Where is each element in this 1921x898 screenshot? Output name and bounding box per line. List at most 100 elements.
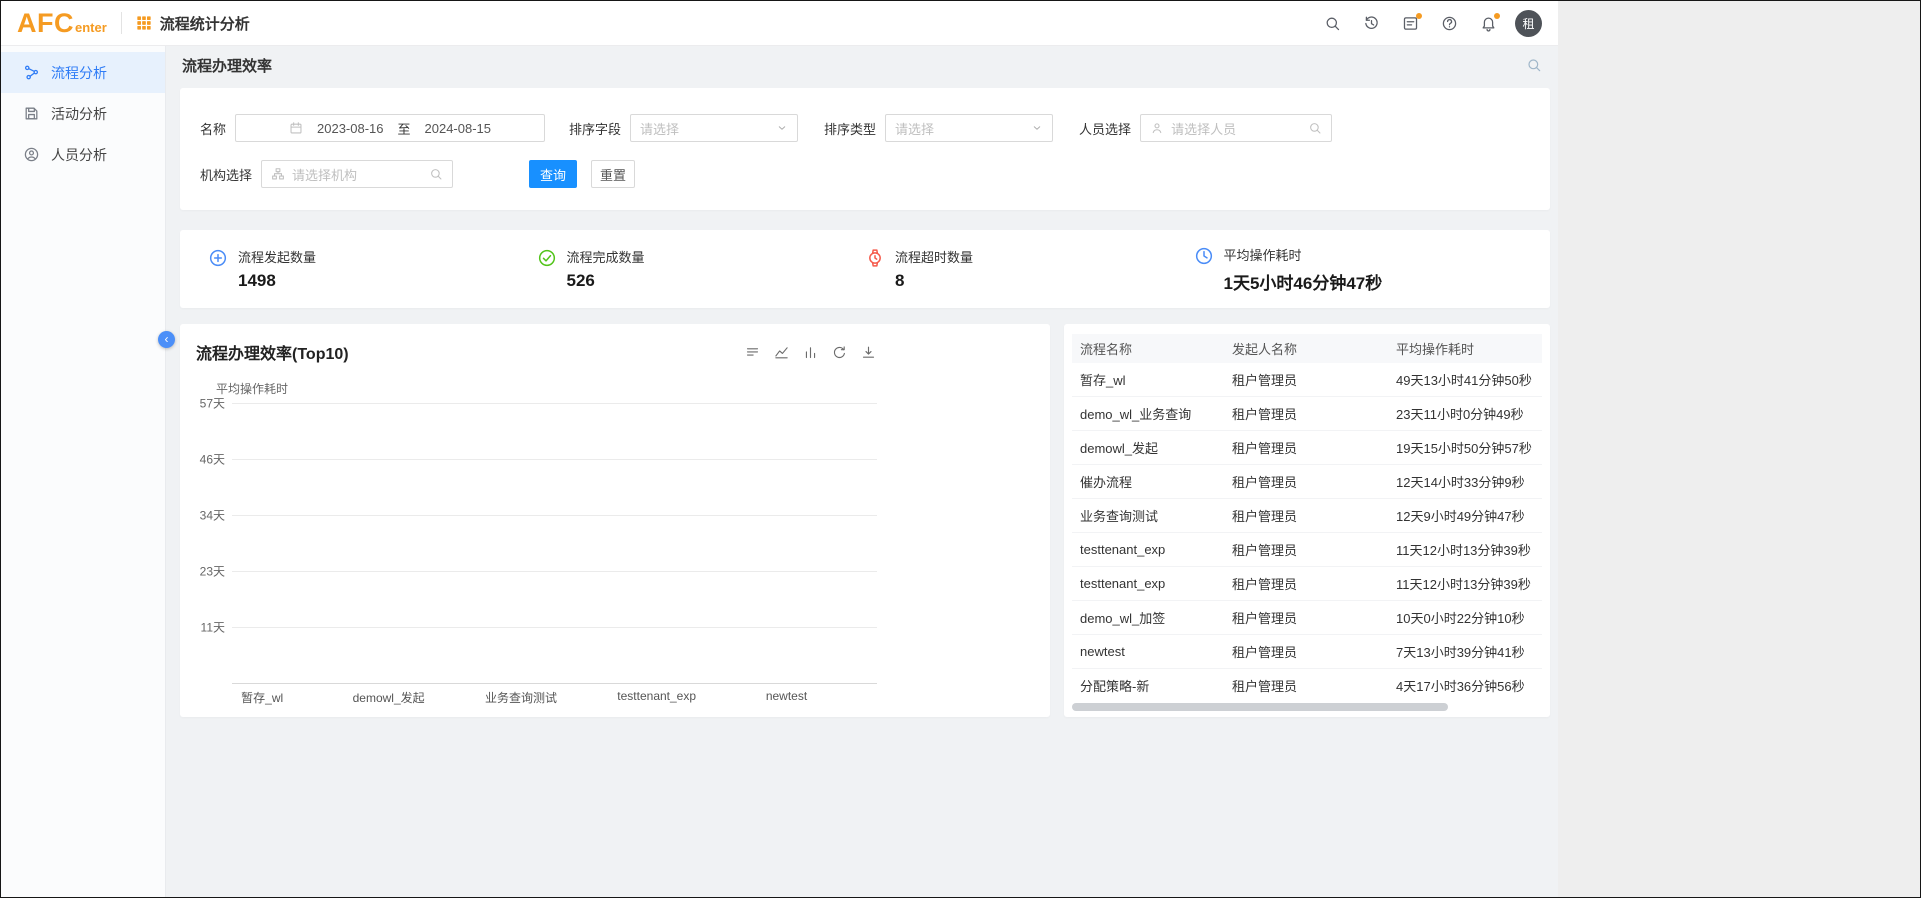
table-header-cell: 流程名称 xyxy=(1072,339,1232,358)
table-row[interactable]: demowl_发起租户管理员19天15小时50分钟57秒 xyxy=(1072,431,1542,465)
table-cell: 租户管理员 xyxy=(1232,642,1396,661)
x-tick-label xyxy=(817,689,877,706)
table-cell: 租户管理员 xyxy=(1232,574,1396,593)
x-axis-labels: 暂存_wldemowl_发起业务查询测试testtenant_expnewtes… xyxy=(232,689,877,706)
page-search-icon[interactable] xyxy=(1526,57,1542,73)
sidebar-menu: 流程分析 活动分析 人员分析 xyxy=(1,52,165,175)
stat-item-0: 流程发起数量 1498 xyxy=(208,247,537,291)
search-icon[interactable] xyxy=(1324,15,1341,32)
sidebar-item-person[interactable]: 人员分析 xyxy=(1,134,165,175)
org-select-input[interactable]: 请选择机构 xyxy=(261,160,453,188)
help-icon[interactable] xyxy=(1441,15,1458,32)
download-icon[interactable] xyxy=(861,345,876,360)
y-tick-label: 23天 xyxy=(200,563,225,580)
table-body: 暂存_wl租户管理员49天13小时41分钟50秒demo_wl_业务查询租户管理… xyxy=(1072,363,1542,699)
horizontal-scrollbar[interactable] xyxy=(1072,703,1542,711)
person-select-input[interactable]: 请选择人员 xyxy=(1140,114,1332,142)
person-icon xyxy=(23,146,40,163)
stat-value: 526 xyxy=(567,271,645,291)
person-placeholder: 请选择人员 xyxy=(1171,119,1301,138)
bar-chart-icon[interactable] xyxy=(803,345,818,360)
table-row[interactable]: demo_wl_业务查询租户管理员23天11小时0分钟49秒 xyxy=(1072,397,1542,431)
process-table-card: 流程名称发起人名称平均操作耗时 暂存_wl租户管理员49天13小时41分钟50秒… xyxy=(1064,324,1550,717)
bell-icon[interactable] xyxy=(1480,15,1497,32)
person-filter-label: 人员选择 xyxy=(1079,119,1131,138)
table-cell: 19天15小时50分钟57秒 xyxy=(1396,438,1542,457)
check-circle-icon xyxy=(537,248,557,268)
table-cell: 租户管理员 xyxy=(1232,676,1396,695)
date-range-input[interactable]: 2023-08-16 至 2024-08-15 xyxy=(235,114,545,142)
table-cell: demo_wl_加签 xyxy=(1072,608,1232,627)
x-tick-label xyxy=(696,689,756,706)
badge-dot xyxy=(1416,13,1422,19)
table-row[interactable]: testtenant_exp租户管理员11天12小时13分钟39秒 xyxy=(1072,533,1542,567)
app-logo[interactable]: AFC enter xyxy=(17,10,107,37)
stat-label: 流程完成数量 xyxy=(567,247,645,266)
top-header: AFC enter 流程统计分析 租 xyxy=(1,1,1558,46)
restore-icon[interactable] xyxy=(832,345,847,360)
table-row[interactable]: 暂存_wl租户管理员49天13小时41分钟50秒 xyxy=(1072,363,1542,397)
sidebar-item-label: 流程分析 xyxy=(51,63,107,83)
table-cell: 4天17小时36分钟56秒 xyxy=(1396,676,1542,695)
sidebar-item-activity[interactable]: 活动分析 xyxy=(1,93,165,134)
filter-card: 名称 2023-08-16 至 2024-08-15 排序字段 请选择 排序 xyxy=(180,88,1550,210)
x-tick-label: newtest xyxy=(756,689,816,706)
org-placeholder: 请选择机构 xyxy=(292,165,422,184)
table-cell: 10天0小时22分钟10秒 xyxy=(1396,608,1542,627)
table-cell: 租户管理员 xyxy=(1232,472,1396,491)
table-cell: 租户管理员 xyxy=(1232,506,1396,525)
stat-item-2: 流程超时数量 8 xyxy=(865,247,1194,291)
table-row[interactable]: testtenant_exp租户管理员11天12小时13分钟39秒 xyxy=(1072,567,1542,601)
table-row[interactable]: 业务查询测试租户管理员12天9小时49分钟47秒 xyxy=(1072,499,1542,533)
user-icon xyxy=(1150,121,1164,135)
x-tick-label: 暂存_wl xyxy=(232,689,292,706)
table-cell: testtenant_exp xyxy=(1072,576,1232,591)
table-cell: 12天14小时33分钟9秒 xyxy=(1396,472,1542,491)
table-row[interactable]: newtest租户管理员7天13小时39分钟41秒 xyxy=(1072,635,1542,669)
data-view-icon[interactable] xyxy=(745,345,760,360)
date-separator: 至 xyxy=(398,119,411,138)
date-end-value: 2024-08-15 xyxy=(425,121,492,136)
table-row[interactable]: demo_wl_加签租户管理员10天0小时22分钟10秒 xyxy=(1072,601,1542,635)
y-axis-ticks: 57天46天34天23天11天 xyxy=(196,403,232,683)
history-icon[interactable] xyxy=(1363,15,1380,32)
activity-icon xyxy=(23,105,40,122)
stat-label: 平均操作耗时 xyxy=(1224,245,1383,264)
sidebar-collapse-button[interactable]: ‹ xyxy=(158,331,175,348)
sort-type-placeholder: 请选择 xyxy=(895,119,1031,138)
x-tick-label: testtenant_exp xyxy=(617,689,696,706)
search-icon xyxy=(1308,121,1322,135)
name-filter-label: 名称 xyxy=(200,119,226,138)
table-row[interactable]: 催办流程租户管理员12天14小时33分钟9秒 xyxy=(1072,465,1542,499)
logo-subtext: enter xyxy=(75,20,107,36)
table-cell: testtenant_exp xyxy=(1072,542,1232,557)
table-row[interactable]: 分配策略-新租户管理员4天17小时36分钟56秒 xyxy=(1072,669,1542,699)
sidebar-item-label: 活动分析 xyxy=(51,104,107,124)
avatar[interactable]: 租 xyxy=(1515,10,1542,37)
page-title: 流程办理效率 xyxy=(182,55,272,76)
screen: AFC enter 流程统计分析 租 流程分析 活动分析 人员分析 ‹ xyxy=(0,0,1921,898)
query-button[interactable]: 查询 xyxy=(529,160,577,188)
sort-field-select[interactable]: 请选择 xyxy=(630,114,798,142)
line-chart-icon[interactable] xyxy=(774,345,789,360)
x-tick-label xyxy=(557,689,617,706)
badge-dot xyxy=(1494,13,1500,19)
table-cell: 11天12小时13分钟39秒 xyxy=(1396,574,1542,593)
note-icon[interactable] xyxy=(1402,15,1419,32)
stat-label: 流程发起数量 xyxy=(238,247,316,266)
table-header-row: 流程名称发起人名称平均操作耗时 xyxy=(1072,334,1542,363)
logo-text: AFC xyxy=(17,10,74,37)
chevron-down-icon xyxy=(776,122,788,134)
page-titlebar: 流程办理效率 xyxy=(180,46,1550,84)
y-tick-label: 34天 xyxy=(200,507,225,524)
scrollbar-thumb[interactable] xyxy=(1072,703,1448,711)
reset-button[interactable]: 重置 xyxy=(591,160,635,188)
table-cell: 租户管理员 xyxy=(1232,540,1396,559)
sort-type-label: 排序类型 xyxy=(824,119,876,138)
sort-type-select[interactable]: 请选择 xyxy=(885,114,1053,142)
x-tick-label xyxy=(425,689,485,706)
table-cell: 租户管理员 xyxy=(1232,608,1396,627)
sidebar-item-flow[interactable]: 流程分析 xyxy=(1,52,165,93)
stat-item-1: 流程完成数量 526 xyxy=(537,247,866,291)
clock-icon xyxy=(1194,246,1214,266)
